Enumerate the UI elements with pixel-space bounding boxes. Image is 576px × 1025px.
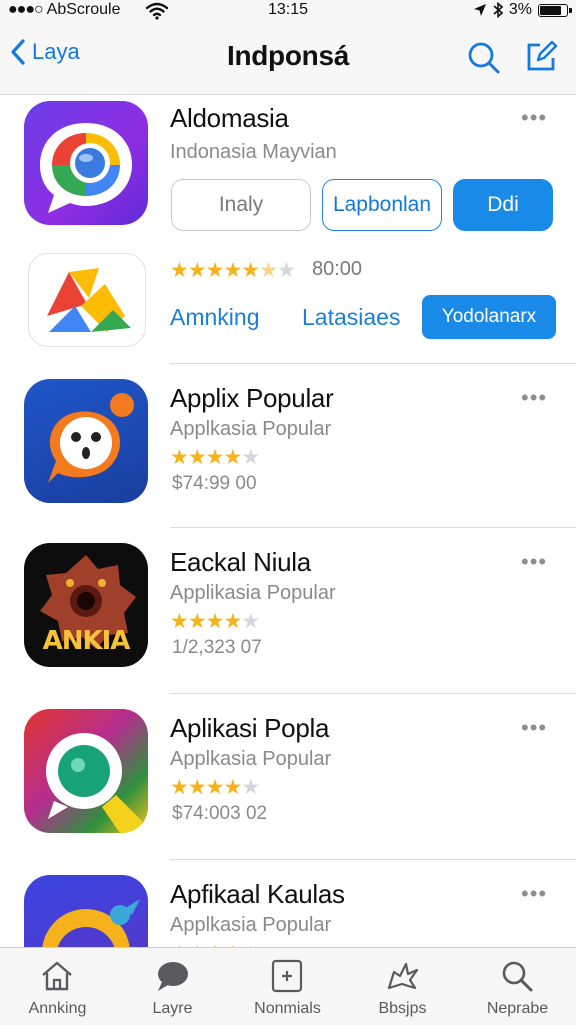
app-subtitle: Applkasia Popular xyxy=(170,914,332,936)
star-burst-icon xyxy=(387,962,419,990)
calculator-icon xyxy=(271,959,303,993)
app-price: 1/2,323 07 xyxy=(172,637,262,658)
colorful-shapes-icon xyxy=(47,268,131,332)
ranking-link[interactable]: Amnking xyxy=(170,304,259,331)
chat-globe-icon xyxy=(40,123,132,213)
more-options-icon[interactable]: ••• xyxy=(521,883,547,905)
status-right: 3% xyxy=(473,1,572,19)
install-button[interactable]: Inaly xyxy=(171,179,311,231)
app-row[interactable]: Apfikaal Kaulas Applkasia Popular ★★★★★ … xyxy=(0,861,576,947)
app-name: Eackal Niula xyxy=(170,547,311,577)
row-divider xyxy=(170,859,576,860)
categories-link[interactable]: Latasiaes xyxy=(302,304,400,331)
app-name: Aplikasi Popla xyxy=(170,713,330,743)
app-row[interactable]: Aplikasi Popla Applkasia Popular ★★★★★ $… xyxy=(0,695,576,861)
app-icon[interactable] xyxy=(24,709,148,833)
app-subtitle: Applkasia Popular xyxy=(170,748,332,770)
app-subtitle: Applikasia Popular xyxy=(170,582,336,604)
battery-fill xyxy=(540,5,561,15)
app-name: Apfikaal Kaulas xyxy=(170,879,345,909)
tab-label: Annking xyxy=(28,1000,87,1017)
row-divider xyxy=(170,693,576,694)
home-icon xyxy=(42,961,72,991)
chat-bubble-icon xyxy=(158,962,188,991)
featured-app-name: Aldomasia xyxy=(170,103,289,133)
tab-label: Bbsjps xyxy=(378,1000,427,1017)
tab-label: Neprabe xyxy=(486,1000,549,1017)
tab-bbsjps[interactable]: Bbsjps xyxy=(345,948,460,1025)
navigation-bar: Laya Indponsá xyxy=(0,24,576,95)
more-options-icon[interactable]: ••• xyxy=(521,717,547,739)
featured-rating-text: 80:00 xyxy=(312,258,363,280)
compose-icon[interactable] xyxy=(524,40,558,74)
tab-label: Layre xyxy=(152,1000,193,1017)
battery-icon xyxy=(538,3,572,17)
more-options-icon[interactable]: ••• xyxy=(521,387,547,409)
featured-app-subtitle: Indonasia Mayvian xyxy=(170,141,337,163)
app-price: $74:99 00 xyxy=(172,473,257,494)
featured-app-icon[interactable] xyxy=(24,101,148,225)
tab-neprabe[interactable]: Neprabe xyxy=(460,948,575,1025)
app-icon-text: ANKIA xyxy=(42,626,131,656)
location-arrow-icon xyxy=(473,4,486,16)
primary-action-button[interactable]: Yodolanarx xyxy=(422,295,556,339)
tab-ranking[interactable]: Annking xyxy=(0,948,115,1025)
more-options-icon[interactable]: ••• xyxy=(521,107,547,129)
app-row[interactable]: ANKIA Eackal Niula Applikasia Popular ★★… xyxy=(0,529,576,695)
featured-rating-stars: ★★★★★★★ xyxy=(170,259,296,282)
colorful-bird-icon xyxy=(42,899,140,947)
rating-stars: ★★★★★ xyxy=(170,446,260,469)
battery-percent: 3% xyxy=(508,1,532,18)
rating-stars: ★★★★★ xyxy=(170,610,260,633)
open-button[interactable]: Lapbonlan xyxy=(322,179,442,231)
app-price: $74:003 02 xyxy=(172,803,268,824)
row-divider xyxy=(170,527,576,528)
app-list: Aldomasia Indonasia Mayvian ••• Inaly La… xyxy=(0,95,576,947)
app-name: Applix Popular xyxy=(170,383,334,413)
app-row[interactable]: Applix Popular Applkasia Popular ★★★★★ $… xyxy=(0,365,576,529)
bluetooth-icon xyxy=(493,2,503,18)
app-icon[interactable] xyxy=(24,379,148,503)
tab-layre[interactable]: Layre xyxy=(115,948,230,1025)
featured-app-row[interactable]: Aldomasia Indonasia Mayvian ••• Inaly La… xyxy=(0,95,576,365)
chat-ring-icon xyxy=(46,733,142,833)
more-options-icon[interactable]: ••• xyxy=(521,551,547,573)
search-icon[interactable] xyxy=(466,40,502,76)
status-bar: ●●●○ AbScroule 13:15 3% xyxy=(0,0,576,24)
search-icon xyxy=(502,961,533,992)
orange-creature-icon xyxy=(48,393,134,483)
tab-nonmials[interactable]: Nonmials xyxy=(230,948,345,1025)
app-subtitle: Applkasia Popular xyxy=(170,418,332,440)
get-button[interactable]: Ddi xyxy=(453,179,553,231)
app-icon[interactable] xyxy=(24,875,148,947)
rating-stars: ★★★★★ xyxy=(170,776,260,799)
row-divider xyxy=(170,363,576,364)
secondary-app-icon[interactable] xyxy=(28,253,146,347)
tab-label: Nonmials xyxy=(254,1000,321,1017)
tab-bar: Annking Layre Nonmials Bbsjps Neprabe xyxy=(0,947,576,1025)
